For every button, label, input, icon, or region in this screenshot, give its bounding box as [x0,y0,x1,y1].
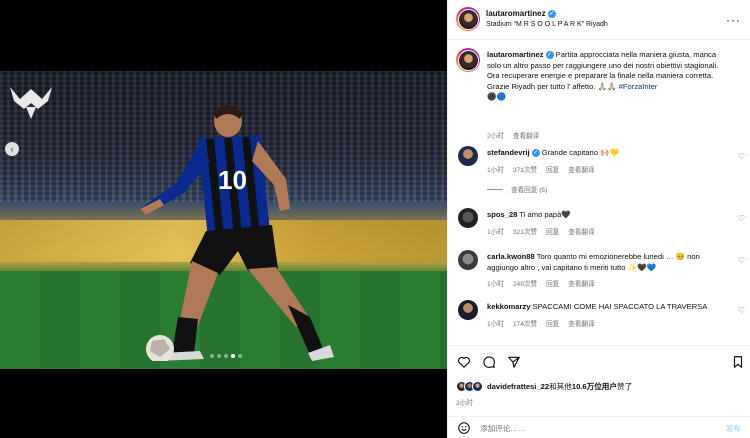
author-username[interactable]: lautaromartinez ✓ [486,9,556,18]
comments-list[interactable]: lautaromartinez ✓ Partita approcciata nel… [448,40,750,345]
comment-meta: 1小时 371次赞 回复 查看翻译 [487,164,595,174]
comment-text: Grande capitano 🙌🏼💛 [541,148,619,157]
likes-suffix: 赞了 [617,382,633,391]
translate-button[interactable]: 查看翻译 [568,226,594,236]
view-replies-label[interactable]: 查看回复 (5) [511,184,547,194]
carousel-prev-button[interactable]: ‹ [5,142,19,156]
comment-input[interactable] [480,421,700,435]
commenter-avatar[interactable] [458,146,478,166]
caption-hashtag[interactable]: #ForzaInter [619,82,658,91]
emoji-icon[interactable] [457,421,471,435]
carousel-dot [224,354,228,358]
chevron-left-icon: ‹ [10,144,14,154]
translate-button[interactable]: 查看翻译 [568,164,594,174]
caption-meta: 2小时 查看翻译 [487,130,539,140]
player-figure: 10 [140,105,334,361]
comment-text-block: stefandevrij ✓ Grande capitano 🙌🏼💛 [487,148,727,159]
comment-time[interactable]: 1小时 [487,226,504,236]
comment-likes[interactable]: 248次赞 [513,278,537,288]
comment-meta: 1小时 174次赞 回复 查看翻译 [487,318,595,328]
comment-username[interactable]: stefandevrij [487,148,530,157]
commenter-avatar[interactable] [458,208,478,228]
post-side-panel: lautaromartinez ✓ Stadium “M R S O O L P … [447,0,750,438]
svg-text:10: 10 [218,165,247,195]
carousel-dots [210,354,242,358]
like-comment-heart-icon[interactable]: ♡ [738,214,745,223]
comment-text-block: kekkomarzy SPACCAMI COME HAI SPACCATO LA… [487,302,727,313]
carousel-dot [217,354,221,358]
post-comment-button[interactable]: 发布 [726,423,741,434]
comment-time[interactable]: 1小时 [487,164,504,174]
share-icon[interactable] [507,355,521,369]
comment-meta: 1小时 321次赞 回复 查看翻译 [487,226,595,236]
carousel-dot-active [231,354,235,358]
post-location[interactable]: Stadium “M R S O O L P A R K” Riyadh [486,21,608,28]
heart-icon[interactable] [457,355,471,369]
comment-username[interactable]: spos_28 [487,210,517,219]
comment-icon[interactable] [482,355,496,369]
comment-text: SPACCAMI COME HAI SPACCATO LA TRAVERSA [532,302,708,311]
caption-text-block: lautaromartinez ✓ Partita approcciata nel… [487,50,727,103]
carousel-dot [238,354,242,358]
caption-username[interactable]: lautaromartinez [487,50,544,59]
likes-count[interactable]: 10.6万位用户 [572,382,617,391]
post-actions: davidefrattesi_22和其他10.6万位用户赞了 2小时 发布 [448,345,750,438]
reply-button[interactable]: 回复 [546,318,559,328]
post-timestamp[interactable]: 2小时 [456,397,473,407]
author-avatar[interactable] [456,7,480,31]
comment-likes[interactable]: 174次赞 [513,318,537,328]
caption-emoji: ⚫🔵 [487,92,506,101]
author-username-text[interactable]: lautaromartinez [486,9,546,18]
like-comment-heart-icon[interactable]: ♡ [738,256,745,265]
comment-text-block: carla.kwon88 Toro quanto mi emozionerebb… [487,252,727,273]
comment-text-block: spos_28 Ti amo papà🖤 [487,210,727,221]
caption-avatar[interactable] [456,48,480,72]
commenter-avatar[interactable] [458,300,478,320]
likes-connector: 和其他 [549,382,572,391]
view-replies-button[interactable]: 查看回复 (5) [487,184,547,194]
like-comment-heart-icon[interactable]: ♡ [738,152,745,161]
reply-button[interactable]: 回复 [546,278,559,288]
watermark-logo [10,87,52,119]
media-pane: 10 ‹ [0,0,447,438]
verified-badge-icon: ✓ [545,51,554,59]
likes-text: davidefrattesi_22和其他10.6万位用户赞了 [487,381,632,392]
commenter-avatar[interactable] [458,250,478,270]
comment-username[interactable]: carla.kwon88 [487,252,535,261]
translate-button[interactable]: 查看翻译 [568,318,594,328]
caption-time[interactable]: 2小时 [487,130,504,140]
liker-avatar[interactable] [472,381,483,392]
comment-likes[interactable]: 371次赞 [513,164,537,174]
comment-likes[interactable]: 321次赞 [513,226,537,236]
reply-button[interactable]: 回复 [546,164,559,174]
comment-text: Ti amo papà🖤 [519,210,571,219]
comment-meta: 1小时 248次赞 回复 查看翻译 [487,278,595,288]
likes-summary: davidefrattesi_22和其他10.6万位用户赞了 [456,381,632,392]
verified-badge-icon: ✓ [547,9,556,18]
verified-badge-icon: ✓ [531,149,540,157]
comment-username[interactable]: kekkomarzy [487,302,530,311]
add-comment-bar: 发布 [448,416,750,438]
like-comment-heart-icon[interactable]: ♡ [738,306,745,315]
carousel-dot [210,354,214,358]
comment-time[interactable]: 1小时 [487,318,504,328]
replies-divider [487,188,503,190]
more-options-icon[interactable]: ··· [726,13,741,27]
liker-username[interactable]: davidefrattesi_22 [487,382,549,391]
caption-translate[interactable]: 查看翻译 [513,130,539,140]
translate-button[interactable]: 查看翻译 [568,278,594,288]
post-photo[interactable]: 10 [0,71,447,369]
bookmark-icon[interactable] [731,355,745,369]
comment-time[interactable]: 1小时 [487,278,504,288]
reply-button[interactable]: 回复 [546,226,559,236]
post-header: lautaromartinez ✓ Stadium “M R S O O L P … [448,0,750,40]
